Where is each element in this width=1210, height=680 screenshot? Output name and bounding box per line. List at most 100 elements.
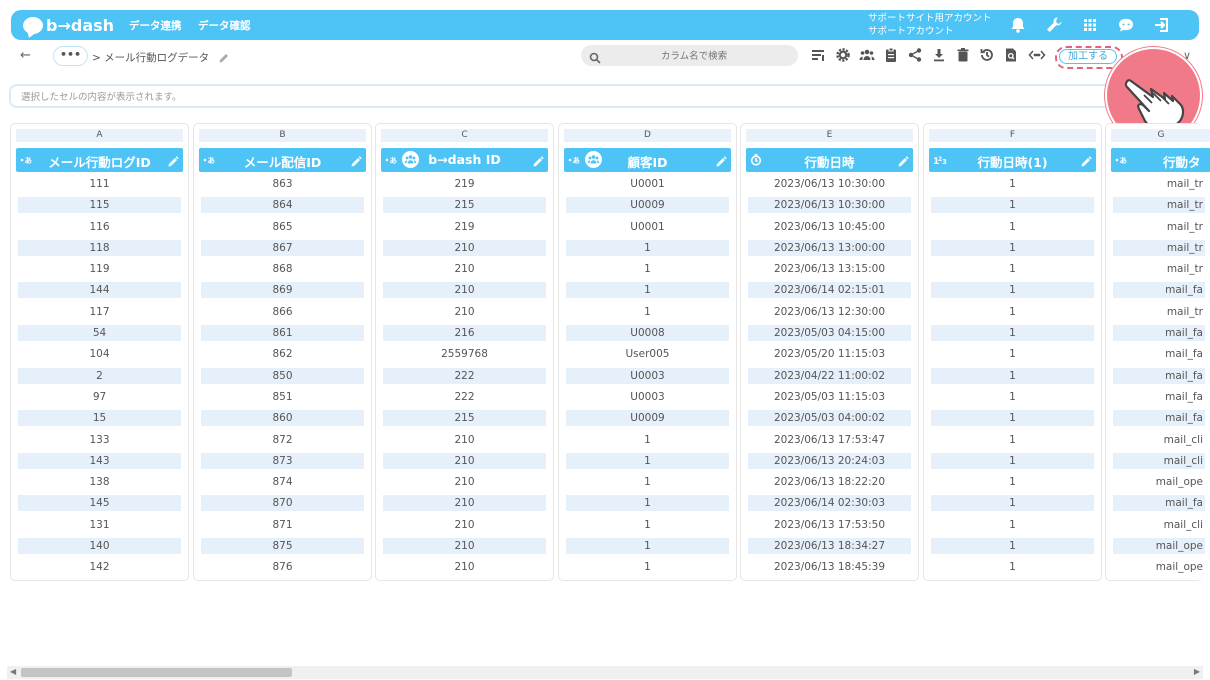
table-cell[interactable]: 210 bbox=[383, 538, 546, 555]
table-cell[interactable]: 1 bbox=[566, 538, 729, 555]
table-cell[interactable]: 210 bbox=[383, 517, 546, 533]
horizontal-scrollbar[interactable]: ◀ ▶ bbox=[7, 666, 1203, 679]
column-letter[interactable]: D bbox=[564, 129, 731, 142]
grid-menu-icon[interactable] bbox=[1080, 15, 1100, 35]
table-cell[interactable]: 2023/05/20 11:15:03 bbox=[748, 346, 911, 362]
column-header[interactable]: あ顧客ID bbox=[564, 148, 731, 172]
table-cell[interactable]: 866 bbox=[201, 304, 364, 320]
table-cell[interactable]: 2023/06/14 02:30:03 bbox=[748, 495, 911, 512]
chat-support-icon[interactable] bbox=[1116, 15, 1136, 35]
gear-icon[interactable] bbox=[835, 47, 851, 63]
column-header[interactable]: 行動日時 bbox=[746, 148, 913, 172]
table-cell[interactable]: 1 bbox=[566, 261, 729, 277]
table-cell[interactable]: 1 bbox=[931, 239, 1094, 256]
table-cell[interactable]: mail_ope bbox=[1113, 474, 1205, 490]
table-cell[interactable]: 1 bbox=[566, 452, 729, 469]
table-cell[interactable]: mail_fa bbox=[1113, 325, 1205, 342]
table-cell[interactable]: 219 bbox=[383, 176, 546, 192]
table-cell[interactable]: mail_tr bbox=[1113, 219, 1205, 235]
table-cell[interactable]: 869 bbox=[201, 282, 364, 299]
document-search-icon[interactable] bbox=[1003, 47, 1019, 63]
code-arrows-icon[interactable] bbox=[1028, 47, 1046, 63]
table-cell[interactable]: 1 bbox=[931, 474, 1094, 490]
table-cell[interactable]: U0008 bbox=[566, 325, 729, 342]
table-cell[interactable]: 873 bbox=[201, 452, 364, 469]
column-letter[interactable]: G bbox=[1111, 129, 1210, 142]
table-cell[interactable]: 144 bbox=[18, 282, 181, 299]
table-cell[interactable]: 2023/06/13 18:45:39 bbox=[748, 559, 911, 575]
column-letter[interactable]: A bbox=[16, 129, 183, 142]
table-cell[interactable]: 2023/06/13 10:30:00 bbox=[748, 176, 911, 192]
table-cell[interactable]: U0009 bbox=[566, 197, 729, 214]
logout-icon[interactable] bbox=[1152, 15, 1172, 35]
wrench-icon[interactable] bbox=[1044, 15, 1064, 35]
table-cell[interactable]: 1 bbox=[931, 495, 1094, 512]
table-cell[interactable]: 2023/06/13 12:30:00 bbox=[748, 304, 911, 320]
bdash-logo[interactable]: b→dash bbox=[23, 14, 114, 36]
table-cell[interactable]: 1 bbox=[566, 517, 729, 533]
table-cell[interactable]: 1 bbox=[931, 452, 1094, 469]
table-cell[interactable]: 138 bbox=[18, 474, 181, 490]
table-cell[interactable]: 2023/05/03 04:00:02 bbox=[748, 410, 911, 427]
table-cell[interactable]: 2023/06/13 17:53:47 bbox=[748, 432, 911, 448]
table-cell[interactable]: User005 bbox=[566, 346, 729, 362]
table-cell[interactable]: 143 bbox=[18, 452, 181, 469]
scroll-right-arrow-icon[interactable]: ▶ bbox=[1194, 667, 1200, 676]
column-letter[interactable]: E bbox=[746, 129, 913, 142]
clipboard-icon[interactable] bbox=[883, 47, 899, 63]
table-cell[interactable]: 1 bbox=[931, 325, 1094, 342]
table-cell[interactable]: 210 bbox=[383, 432, 546, 448]
table-cell[interactable]: 1 bbox=[566, 559, 729, 575]
table-cell[interactable]: 111 bbox=[18, 176, 181, 192]
table-cell[interactable]: 140 bbox=[18, 538, 181, 555]
table-cell[interactable]: 210 bbox=[383, 495, 546, 512]
table-cell[interactable]: 215 bbox=[383, 410, 546, 427]
table-cell[interactable]: U0003 bbox=[566, 367, 729, 384]
history-icon[interactable] bbox=[979, 47, 995, 63]
table-cell[interactable]: 2 bbox=[18, 367, 181, 384]
table-cell[interactable]: mail_tr bbox=[1113, 239, 1205, 256]
table-cell[interactable]: 116 bbox=[18, 219, 181, 235]
column-letter[interactable]: F bbox=[929, 129, 1096, 142]
table-cell[interactable]: mail_tr bbox=[1113, 304, 1205, 320]
table-cell[interactable]: U0001 bbox=[566, 176, 729, 192]
table-cell[interactable]: 97 bbox=[18, 389, 181, 405]
column-search[interactable] bbox=[581, 45, 798, 66]
table-cell[interactable]: 210 bbox=[383, 239, 546, 256]
table-cell[interactable]: 2023/06/13 18:34:27 bbox=[748, 538, 911, 555]
table-cell[interactable]: 2023/06/13 13:15:00 bbox=[748, 261, 911, 277]
table-cell[interactable]: 215 bbox=[383, 197, 546, 214]
account-info[interactable]: サポートサイト用アカウント サポートアカウント bbox=[868, 12, 992, 38]
table-cell[interactable]: 876 bbox=[201, 559, 364, 575]
table-cell[interactable]: 210 bbox=[383, 452, 546, 469]
share-icon[interactable] bbox=[907, 47, 923, 63]
table-cell[interactable]: 1 bbox=[931, 410, 1094, 427]
table-cell[interactable]: 1 bbox=[931, 304, 1094, 320]
table-cell[interactable]: 2023/06/13 13:00:00 bbox=[748, 239, 911, 256]
table-cell[interactable]: 2023/06/13 17:53:50 bbox=[748, 517, 911, 533]
table-cell[interactable]: 1 bbox=[931, 367, 1094, 384]
table-cell[interactable]: 1 bbox=[566, 495, 729, 512]
table-cell[interactable]: mail_ope bbox=[1113, 538, 1205, 555]
trash-icon[interactable] bbox=[955, 47, 971, 63]
table-cell[interactable]: 1 bbox=[566, 432, 729, 448]
table-cell[interactable]: 222 bbox=[383, 389, 546, 405]
table-cell[interactable]: mail_tr bbox=[1113, 176, 1205, 192]
table-cell[interactable]: mail_fa bbox=[1113, 367, 1205, 384]
edit-column-pencil-icon[interactable] bbox=[897, 153, 909, 172]
nav-data-check[interactable]: データ確認 bbox=[198, 18, 251, 33]
table-cell[interactable]: 2023/05/03 04:15:00 bbox=[748, 325, 911, 342]
table-cell[interactable]: 2023/06/14 02:15:01 bbox=[748, 282, 911, 299]
table-cell[interactable]: 2023/06/13 20:24:03 bbox=[748, 452, 911, 469]
table-cell[interactable]: 1 bbox=[931, 538, 1094, 555]
table-cell[interactable]: 118 bbox=[18, 239, 181, 256]
table-cell[interactable]: 210 bbox=[383, 474, 546, 490]
column-header[interactable]: あメール配信ID bbox=[199, 148, 366, 172]
table-cell[interactable]: 1 bbox=[931, 197, 1094, 214]
table-cell[interactable]: 1 bbox=[931, 346, 1094, 362]
table-cell[interactable]: 1 bbox=[566, 304, 729, 320]
table-cell[interactable]: U0001 bbox=[566, 219, 729, 235]
edit-column-pencil-icon[interactable] bbox=[167, 153, 179, 172]
table-cell[interactable]: 861 bbox=[201, 325, 364, 342]
table-cell[interactable]: 867 bbox=[201, 239, 364, 256]
